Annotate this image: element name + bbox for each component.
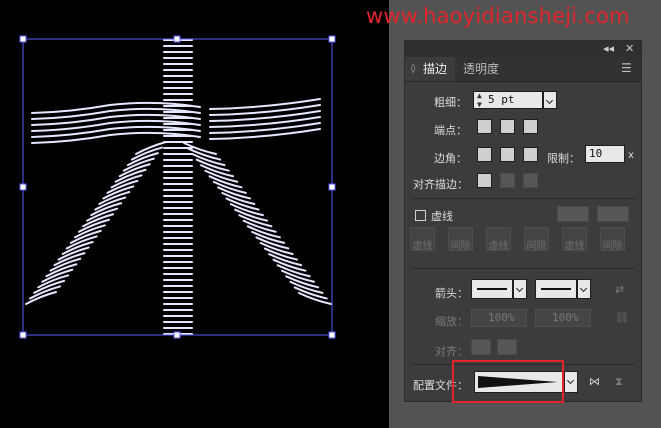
arrow-extend-button[interactable]: [471, 339, 491, 355]
align-outside-button[interactable]: [523, 173, 538, 188]
flip-horizontal-icon[interactable]: ⋈: [589, 375, 600, 388]
dash-field-3[interactable]: 虚线: [562, 227, 587, 252]
gap-field-1[interactable]: 间隙: [448, 227, 473, 252]
miter-join-button[interactable]: [477, 147, 492, 162]
dash-field-1[interactable]: 虚线: [410, 227, 435, 252]
tab-transparency-label: 透明度: [463, 62, 500, 76]
start-scale-value: 100%: [488, 311, 515, 324]
weight-dropdown[interactable]: [543, 91, 557, 109]
scale-label: 缩放：: [435, 315, 468, 328]
projecting-cap-button[interactable]: [523, 119, 538, 134]
end-scale-value: 100%: [552, 311, 579, 324]
divider: [411, 268, 635, 269]
corner-label: 边角：: [434, 152, 467, 165]
align-center-button[interactable]: [477, 173, 492, 188]
limit-unit: x: [628, 150, 634, 161]
close-icon[interactable]: ✕: [625, 42, 634, 55]
start-scale-field[interactable]: 100%: [471, 309, 527, 327]
align-inside-button[interactable]: [500, 173, 515, 188]
tab-transparency[interactable]: 透明度: [463, 57, 523, 81]
dashed-line-label: 虚线: [431, 210, 453, 223]
dashed-line-checkbox[interactable]: [415, 210, 426, 221]
tab-stroke-label: 描边: [423, 62, 448, 76]
align-stroke-label: 对齐描边：: [413, 178, 468, 191]
butt-cap-button[interactable]: [477, 119, 492, 134]
panel-tabs: ◊ 描边 透明度 ☰: [405, 57, 641, 82]
end-arrowhead-select[interactable]: [535, 279, 577, 299]
dash-align-corners-button[interactable]: [597, 206, 629, 222]
dash-field-2[interactable]: 虚线: [486, 227, 511, 252]
stroked-character-art[interactable]: [25, 39, 332, 335]
end-scale-field[interactable]: 100%: [535, 309, 591, 327]
start-arrowhead-dropdown[interactable]: [513, 279, 527, 299]
limit-value: 10: [589, 147, 603, 160]
line-preview-icon: [477, 288, 507, 290]
weight-label: 粗细：: [434, 96, 467, 109]
panel-menu-icon[interactable]: ☰: [621, 61, 632, 75]
watermark-text: www.haoyidiansheji.com: [366, 4, 630, 28]
arrow-align-label: 对齐：: [435, 345, 468, 358]
stroke-panel: ◂◂ ✕ ◊ 描边 透明度 ☰ 粗细： ▲ ▼ 5 pt 端点： 边角： 限制： …: [404, 40, 642, 402]
end-arrowhead-dropdown[interactable]: [577, 279, 591, 299]
tab-options-icon[interactable]: ◊: [411, 57, 415, 81]
limit-field[interactable]: 10: [585, 145, 625, 163]
weight-field[interactable]: ▲ ▼ 5 pt: [473, 91, 543, 109]
bevel-join-button[interactable]: [523, 147, 538, 162]
arrowhead-label: 箭头：: [435, 287, 468, 300]
link-scale-icon[interactable]: ⛓: [615, 311, 629, 324]
collapse-icon[interactable]: ◂◂: [603, 42, 614, 55]
weight-value: 5 pt: [488, 93, 515, 106]
swap-arrows-icon[interactable]: ⇄: [615, 283, 624, 296]
gap-field-2[interactable]: 间隙: [524, 227, 549, 252]
gap-field-3[interactable]: 间隙: [600, 227, 625, 252]
artwork-svg[interactable]: [0, 0, 389, 428]
limit-label: 限制：: [547, 152, 580, 165]
arrow-place-button[interactable]: [497, 339, 517, 355]
profile-highlight-box: [452, 360, 564, 403]
start-arrowhead-select[interactable]: [471, 279, 513, 299]
panel-titlebar[interactable]: ◂◂ ✕: [405, 41, 641, 57]
dash-preserve-button[interactable]: [557, 206, 589, 222]
cap-label: 端点：: [434, 124, 467, 137]
divider: [411, 198, 635, 199]
width-profile-dropdown[interactable]: [564, 371, 578, 393]
round-join-button[interactable]: [500, 147, 515, 162]
bar-stroke-line: [31, 104, 111, 114]
round-cap-button[interactable]: [500, 119, 515, 134]
line-preview-icon: [541, 288, 571, 290]
flip-vertical-icon[interactable]: ⧗: [615, 375, 623, 389]
tab-stroke[interactable]: ◊ 描边: [405, 57, 455, 81]
weight-stepper-icon[interactable]: ▲ ▼: [477, 91, 482, 109]
